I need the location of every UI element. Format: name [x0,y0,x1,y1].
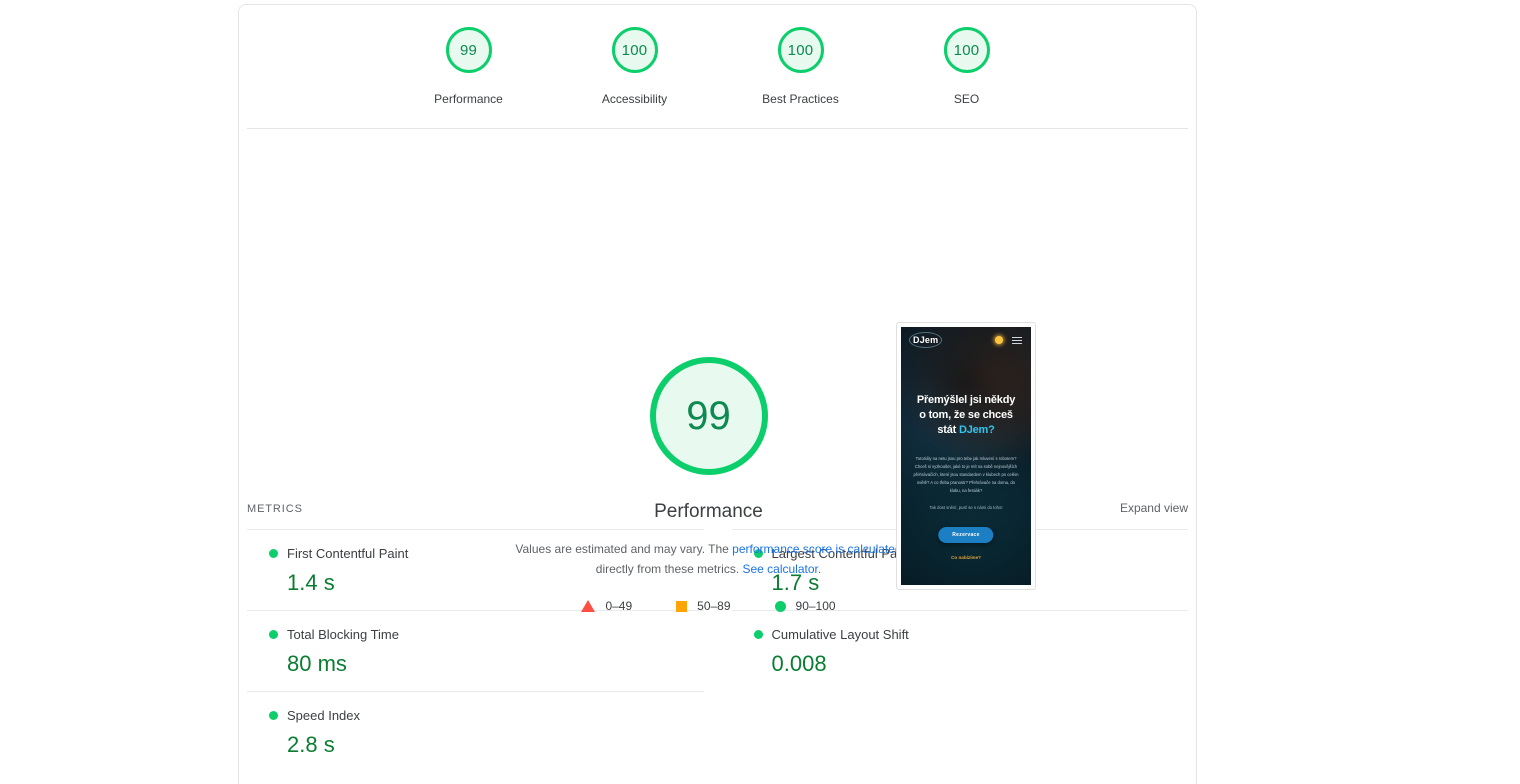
sun-icon [995,336,1003,344]
circle-pass-icon [269,549,278,558]
circle-pass-icon [269,630,278,639]
gauge-description-text-2: directly from these metrics. [595,562,743,576]
score-chip-best-practices[interactable]: 100 Best Practices [752,27,850,106]
score-gauge-icon: 100 [777,27,824,73]
performance-gauge-icon[interactable]: 99 [649,357,768,475]
circle-pass-icon [753,630,763,639]
see-calculator-link[interactable]: See calculator. [742,562,821,576]
score-gauge-icon: 100 [943,27,990,73]
mock-site-tagline: Tak dost snění, pusť se s námi do toho! [929,505,1003,510]
metric-cumulative-layout-shift[interactable]: Cumulative Layout Shift 0.008 [731,610,1189,691]
metric-label: Total Blocking Time [287,627,399,642]
lighthouse-report-card: 99 Performance 100 Accessibility 100 Bes… [238,4,1197,784]
metric-name-row: Cumulative Layout Shift [753,627,1189,642]
metric-name-row: Speed Index [269,708,704,723]
metric-label: Speed Index [287,708,361,723]
mock-site-nav-actions [995,336,1022,344]
score-chip-label: Performance [434,92,503,106]
score-chip-seo[interactable]: 100 SEO [918,27,1016,106]
gauge-description: Values are estimated and may vary. The p… [485,539,932,579]
score-chip-performance[interactable]: 99 Performance [420,27,518,106]
mock-site-cta-button: Rezervace [938,527,994,543]
score-legend: 0–49 50–89 90–100 [485,599,932,613]
legend-item-average: 50–89 [676,599,731,613]
mock-headline-line-3: stát DJem? [907,423,1025,438]
mock-site-headline: Přemýšlel jsi někdy o tom, že se chceš s… [907,393,1025,438]
square-average-icon [676,600,688,612]
final-screenshot-thumbnail[interactable]: DJem Přemýšlel jsi někdy o tom, že se ch… [896,322,1036,590]
mock-site-logo: DJem [910,333,941,347]
score-gauge-icon: 100 [611,27,658,73]
mock-headline-highlight: DJem? [958,424,995,436]
legend-label: 50–89 [697,599,731,613]
legend-label: 0–49 [605,599,633,613]
expand-view-toggle[interactable]: Expand view [1120,501,1188,515]
category-score-strip: 99 Performance 100 Accessibility 100 Bes… [247,5,1188,129]
final-screenshot-canvas: DJem Přemýšlel jsi někdy o tom, že se ch… [901,327,1031,585]
gauge-description-text-1: Values are estimated and may vary. The [515,542,733,556]
score-gauge-icon: 99 [445,27,492,73]
score-chip-label: Accessibility [601,92,668,106]
metric-value: 80 ms [287,651,347,676]
metrics-section-title: METRICS [247,503,303,515]
triangle-fail-icon [581,600,596,612]
mock-headline-line-3-pre: stát [937,424,959,436]
mock-headline-line-1: Přemýšlel jsi někdy [916,394,1016,406]
mock-site-secondary-link: Co nabízíme? [951,555,981,560]
performance-score-link[interactable]: performance score is calculated [732,542,901,556]
circle-pass-icon [774,600,786,612]
score-chip-label: SEO [953,92,980,106]
hamburger-menu-icon [1012,336,1022,344]
mock-site-navbar: DJem [901,333,1031,347]
score-chip-label: Best Practices [762,92,839,106]
legend-item-fail: 0–49 [581,599,632,613]
mock-site-body-text: Tutoriály na netu jsou pro tebe jak mluv… [913,456,1019,493]
legend-item-pass: 90–100 [774,599,836,613]
metric-value: 0.008 [771,651,827,676]
metric-name-row: Total Blocking Time [269,627,704,642]
metric-label: Cumulative Layout Shift [771,627,909,642]
legend-label: 90–100 [795,599,836,613]
metric-label: First Contentful Paint [287,546,409,561]
score-chip-accessibility[interactable]: 100 Accessibility [586,27,684,106]
page-title: Performance [654,501,763,522]
metric-value: 2.8 s [287,732,335,757]
metric-total-blocking-time[interactable]: Total Blocking Time 80 ms [247,610,704,691]
mock-headline-line-2: o tom, že se chceš [919,409,1013,421]
performance-gauge-block: 99 Performance Values are estimated and … [485,357,932,613]
circle-pass-icon [269,711,278,720]
performance-hero: 99 Performance Values are estimated and … [239,129,1196,613]
